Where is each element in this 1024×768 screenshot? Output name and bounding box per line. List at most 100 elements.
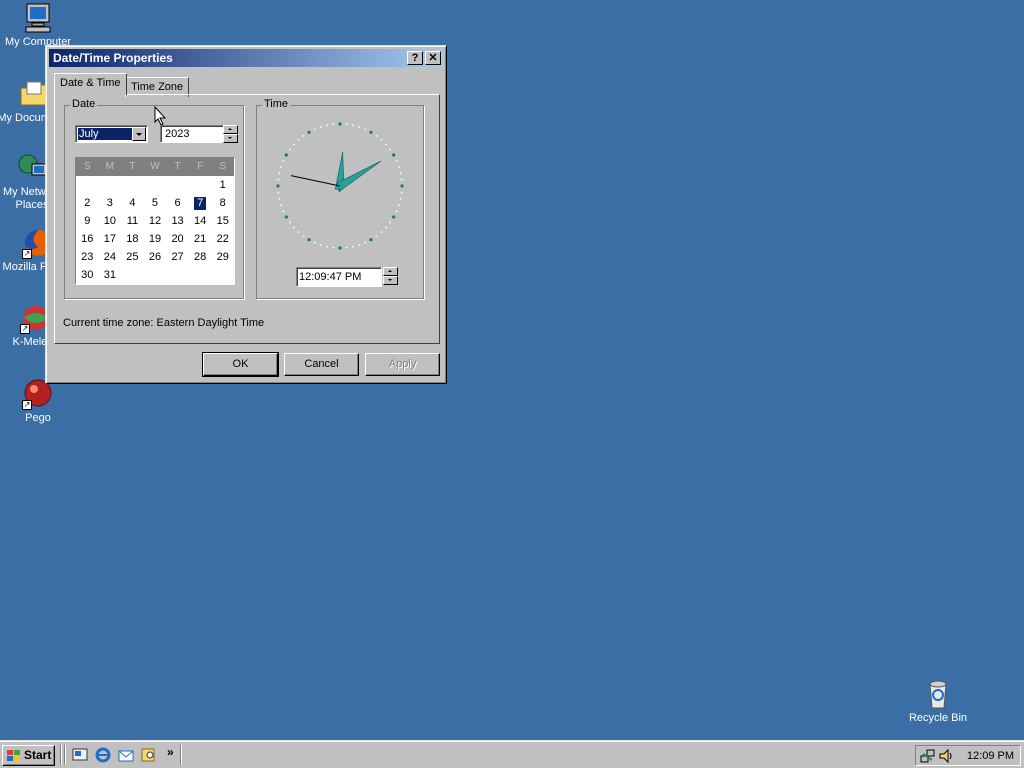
taskbar-clock[interactable]: 12:09 PM xyxy=(967,750,1014,762)
calendar-day[interactable]: 23 xyxy=(76,248,99,266)
clock-minute-mark xyxy=(293,226,295,229)
calendar-day[interactable]: 2 xyxy=(76,194,99,212)
search-icon[interactable] xyxy=(141,747,157,763)
month-selected-value: July xyxy=(78,128,132,140)
title-bar[interactable]: Date/Time Properties ? ✕ xyxy=(49,49,443,67)
clock-minute-mark xyxy=(280,165,282,168)
calendar-day[interactable]: 30 xyxy=(76,266,99,284)
clock-minute-mark xyxy=(288,221,291,224)
calendar-day[interactable]: 28 xyxy=(189,248,212,266)
time-value: 12:09:47 PM xyxy=(299,271,362,283)
calendar-day[interactable]: 3 xyxy=(99,194,122,212)
calendar-day[interactable]: 4 xyxy=(121,194,144,212)
time-spinner-field[interactable]: 12:09:47 PM xyxy=(296,267,382,287)
start-label: Start xyxy=(24,748,52,762)
outlook-express-icon[interactable] xyxy=(118,747,134,763)
month-calendar[interactable]: SMTWTFS 1 2 3 4 5 6 7 8 9 10 11 12 13 14 15 16 17 18 19 20 2… xyxy=(75,157,235,285)
year-spinner-field[interactable]: 2023 xyxy=(160,125,224,143)
calendar-day-selected[interactable]: 7 xyxy=(189,194,212,212)
clock-minute-mark xyxy=(399,172,402,175)
clock-hour-mark xyxy=(338,246,342,250)
clock-minute-mark xyxy=(319,244,322,246)
calendar-day[interactable]: 11 xyxy=(121,212,144,230)
network-tray-icon[interactable] xyxy=(920,748,936,764)
calendar-day[interactable]: 27 xyxy=(166,248,189,266)
clock-minute-mark xyxy=(399,197,402,200)
clock-minute-mark xyxy=(326,245,329,248)
calendar-day[interactable]: 20 xyxy=(166,230,189,248)
calendar-day[interactable]: 15 xyxy=(211,212,234,230)
clock-second-hand xyxy=(290,175,341,187)
calendar-empty-cell xyxy=(76,176,99,194)
calendar-day[interactable]: 17 xyxy=(99,230,122,248)
calendar-day[interactable]: 29 xyxy=(211,248,234,266)
calendar-day[interactable]: 18 xyxy=(121,230,144,248)
date-group-label: Date xyxy=(70,98,98,110)
show-desktop-icon[interactable] xyxy=(72,747,88,763)
calendar-day[interactable]: 21 xyxy=(189,230,212,248)
clock-minute-mark xyxy=(288,148,291,151)
clock-minute-mark xyxy=(364,241,367,244)
year-spinner[interactable] xyxy=(223,125,238,143)
clock-hour-mark xyxy=(369,130,373,134)
clock-minute-mark xyxy=(278,172,281,175)
calendar-day[interactable]: 19 xyxy=(144,230,167,248)
chevron-down-icon[interactable] xyxy=(132,127,146,141)
cancel-button[interactable]: Cancel xyxy=(284,353,359,376)
calendar-day[interactable]: 14 xyxy=(189,212,212,230)
clock-minute-mark xyxy=(385,226,387,229)
calendar-day[interactable]: 22 xyxy=(211,230,234,248)
clock-minute-mark xyxy=(282,210,285,213)
start-button[interactable]: Start xyxy=(2,745,55,766)
month-dropdown[interactable]: July xyxy=(75,125,148,143)
desktop-icon-my-computer[interactable]: My Computer xyxy=(0,2,76,49)
clock-hour-mark xyxy=(284,153,288,157)
system-tray: 12:09 PM xyxy=(915,745,1021,766)
clock-minute-mark xyxy=(313,128,316,131)
clock-minute-mark xyxy=(326,124,329,127)
quick-launch-more-chevron-icon[interactable]: » xyxy=(167,745,174,759)
clock-minute-mark xyxy=(380,139,383,141)
calendar-day[interactable]: 1 xyxy=(211,176,234,194)
calendar-day[interactable]: 31 xyxy=(99,266,122,284)
taskbar-separator xyxy=(180,745,182,765)
clock-hour-mark xyxy=(284,215,288,219)
clock-minute-mark xyxy=(400,178,403,181)
desktop-icon-pego[interactable]: ↗ Pego xyxy=(0,378,76,425)
ok-button[interactable]: OK xyxy=(202,352,279,377)
calendar-day[interactable]: 24 xyxy=(99,248,122,266)
taskbar: Start » 12:09 PM xyxy=(0,740,1024,768)
clock-minute-mark xyxy=(385,143,387,146)
clock-hour-mark xyxy=(392,215,396,219)
time-spinner[interactable] xyxy=(383,267,398,285)
clock-minute-mark xyxy=(282,159,285,162)
calendar-day[interactable]: 25 xyxy=(121,248,144,266)
weekday-header-cell: T xyxy=(129,161,136,172)
spin-up-arrow-icon[interactable] xyxy=(223,125,238,134)
spin-up-arrow-icon[interactable] xyxy=(383,267,398,276)
windows-flag-icon xyxy=(7,750,20,761)
shortcut-arrow-icon: ↗ xyxy=(22,400,32,410)
calendar-day[interactable]: 8 xyxy=(211,194,234,212)
calendar-day[interactable]: 5 xyxy=(144,194,167,212)
calendar-day[interactable]: 9 xyxy=(76,212,99,230)
clock-hour-mark xyxy=(307,238,311,242)
calendar-day[interactable]: 16 xyxy=(76,230,99,248)
calendar-day[interactable]: 6 xyxy=(166,194,189,212)
spin-down-arrow-icon[interactable] xyxy=(383,276,398,285)
help-button[interactable]: ? xyxy=(407,51,423,65)
calendar-day[interactable]: 26 xyxy=(144,248,167,266)
recycle-bin-icon xyxy=(922,678,954,710)
weekday-header-cell: S xyxy=(219,161,227,172)
apply-button[interactable]: Apply xyxy=(365,353,440,376)
close-button[interactable]: ✕ xyxy=(425,51,441,65)
spin-down-arrow-icon[interactable] xyxy=(223,134,238,143)
tab-date-and-time[interactable]: Date & Time xyxy=(54,73,127,95)
calendar-day[interactable]: 10 xyxy=(99,212,122,230)
volume-tray-icon[interactable] xyxy=(938,748,954,764)
desktop-icon-recycle-bin[interactable]: Recycle Bin xyxy=(900,678,976,725)
calendar-day[interactable]: 12 xyxy=(144,212,167,230)
internet-explorer-icon[interactable] xyxy=(95,747,111,763)
calendar-day[interactable]: 13 xyxy=(166,212,189,230)
clock-minute-mark xyxy=(319,126,322,128)
